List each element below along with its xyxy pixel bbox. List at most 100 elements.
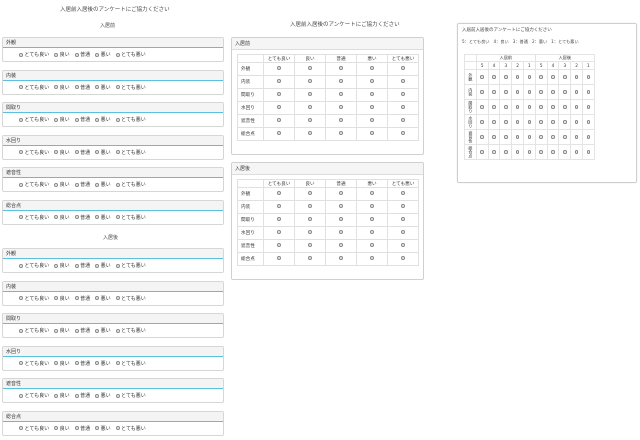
combined-radio[interactable] (574, 75, 579, 79)
combined-radio[interactable] (527, 105, 532, 109)
matrix-radio[interactable] (308, 230, 312, 234)
combined-radio[interactable] (539, 75, 543, 79)
rating-radio[interactable] (95, 393, 100, 398)
combined-radio[interactable] (492, 150, 496, 154)
combined-radio[interactable] (515, 105, 520, 109)
rating-option[interactable]: 悪い (95, 262, 111, 269)
rating-option[interactable]: とても良い (19, 392, 49, 399)
combined-radio[interactable] (551, 75, 555, 79)
rating-option[interactable]: 悪い (95, 116, 111, 123)
combined-radio[interactable] (492, 135, 496, 139)
matrix-radio[interactable] (401, 66, 405, 70)
rating-option[interactable]: とても良い (19, 149, 49, 156)
rating-option[interactable]: 良い (54, 327, 70, 334)
rating-option[interactable]: 悪い (95, 392, 111, 399)
rating-radio[interactable] (19, 117, 23, 122)
combined-radio[interactable] (515, 90, 520, 94)
combined-radio[interactable] (563, 75, 567, 79)
rating-option[interactable]: 普通 (74, 425, 90, 432)
matrix-radio[interactable] (339, 118, 343, 122)
rating-option[interactable]: とても良い (19, 181, 49, 188)
combined-radio[interactable] (551, 105, 555, 109)
rating-radio[interactable] (115, 117, 120, 122)
combined-radio[interactable] (539, 90, 543, 94)
combined-radio[interactable] (539, 135, 543, 139)
rating-radio[interactable] (95, 263, 100, 268)
matrix-radio[interactable] (339, 230, 343, 234)
combined-radio[interactable] (563, 135, 567, 139)
rating-radio[interactable] (19, 361, 23, 365)
rating-radio[interactable] (54, 182, 59, 187)
matrix-radio[interactable] (277, 79, 281, 83)
rating-option[interactable]: 良い (54, 149, 70, 156)
rating-radio[interactable] (74, 150, 79, 154)
matrix-radio[interactable] (277, 217, 281, 221)
rating-radio[interactable] (54, 426, 59, 430)
rating-radio[interactable] (115, 426, 120, 430)
matrix-radio[interactable] (277, 92, 281, 96)
rating-option[interactable]: とても悪い (115, 214, 146, 221)
rating-option[interactable]: 悪い (95, 214, 111, 221)
combined-radio[interactable] (492, 105, 496, 109)
rating-option[interactable]: 悪い (95, 84, 111, 91)
matrix-radio[interactable] (339, 66, 343, 70)
matrix-radio[interactable] (339, 92, 343, 96)
matrix-radio[interactable] (277, 204, 281, 208)
combined-radio[interactable] (586, 105, 591, 109)
rating-option[interactable]: 良い (54, 51, 70, 58)
rating-radio[interactable] (54, 263, 59, 268)
rating-radio[interactable] (19, 85, 23, 89)
matrix-radio[interactable] (277, 131, 281, 135)
rating-radio[interactable] (54, 52, 59, 57)
combined-radio[interactable] (527, 150, 532, 154)
combined-radio[interactable] (480, 90, 484, 94)
matrix-radio[interactable] (370, 204, 374, 208)
combined-radio[interactable] (574, 120, 579, 124)
matrix-radio[interactable] (308, 105, 312, 109)
rating-option[interactable]: 悪い (95, 425, 111, 432)
matrix-radio[interactable] (339, 217, 343, 221)
rating-option[interactable]: 普通 (74, 262, 90, 269)
combined-radio[interactable] (539, 105, 543, 109)
rating-option[interactable]: とても悪い (115, 51, 146, 58)
combined-radio[interactable] (515, 135, 520, 139)
rating-radio[interactable] (54, 328, 59, 333)
matrix-radio[interactable] (277, 256, 281, 260)
rating-radio[interactable] (54, 117, 59, 122)
rating-option[interactable]: とても悪い (115, 84, 146, 91)
combined-radio[interactable] (504, 135, 508, 139)
matrix-radio[interactable] (370, 66, 374, 70)
rating-radio[interactable] (19, 182, 23, 187)
matrix-radio[interactable] (370, 217, 374, 221)
matrix-radio[interactable] (401, 105, 405, 109)
combined-radio[interactable] (586, 75, 591, 79)
rating-option[interactable]: 良い (54, 116, 70, 123)
matrix-radio[interactable] (401, 217, 405, 221)
combined-radio[interactable] (586, 135, 591, 139)
matrix-radio[interactable] (370, 79, 374, 83)
combined-radio[interactable] (492, 90, 496, 94)
combined-radio[interactable] (586, 90, 591, 94)
rating-option[interactable]: とても悪い (115, 262, 146, 269)
combined-radio[interactable] (504, 105, 508, 109)
matrix-radio[interactable] (370, 191, 374, 195)
matrix-radio[interactable] (401, 243, 405, 247)
rating-option[interactable]: 普通 (74, 360, 90, 367)
rating-radio[interactable] (95, 215, 100, 219)
rating-option[interactable]: とても悪い (115, 327, 146, 334)
matrix-radio[interactable] (370, 131, 374, 135)
combined-radio[interactable] (586, 150, 591, 154)
rating-option[interactable]: とても良い (19, 360, 49, 367)
matrix-radio[interactable] (308, 79, 312, 83)
rating-radio[interactable] (74, 393, 79, 398)
rating-radio[interactable] (19, 296, 23, 300)
rating-option[interactable]: とても良い (19, 295, 49, 302)
rating-radio[interactable] (95, 426, 100, 430)
matrix-radio[interactable] (370, 230, 374, 234)
rating-radio[interactable] (95, 117, 100, 122)
matrix-radio[interactable] (401, 191, 405, 195)
rating-radio[interactable] (74, 117, 79, 122)
rating-option[interactable]: 普通 (74, 327, 90, 334)
rating-radio[interactable] (115, 52, 120, 57)
matrix-radio[interactable] (370, 105, 374, 109)
